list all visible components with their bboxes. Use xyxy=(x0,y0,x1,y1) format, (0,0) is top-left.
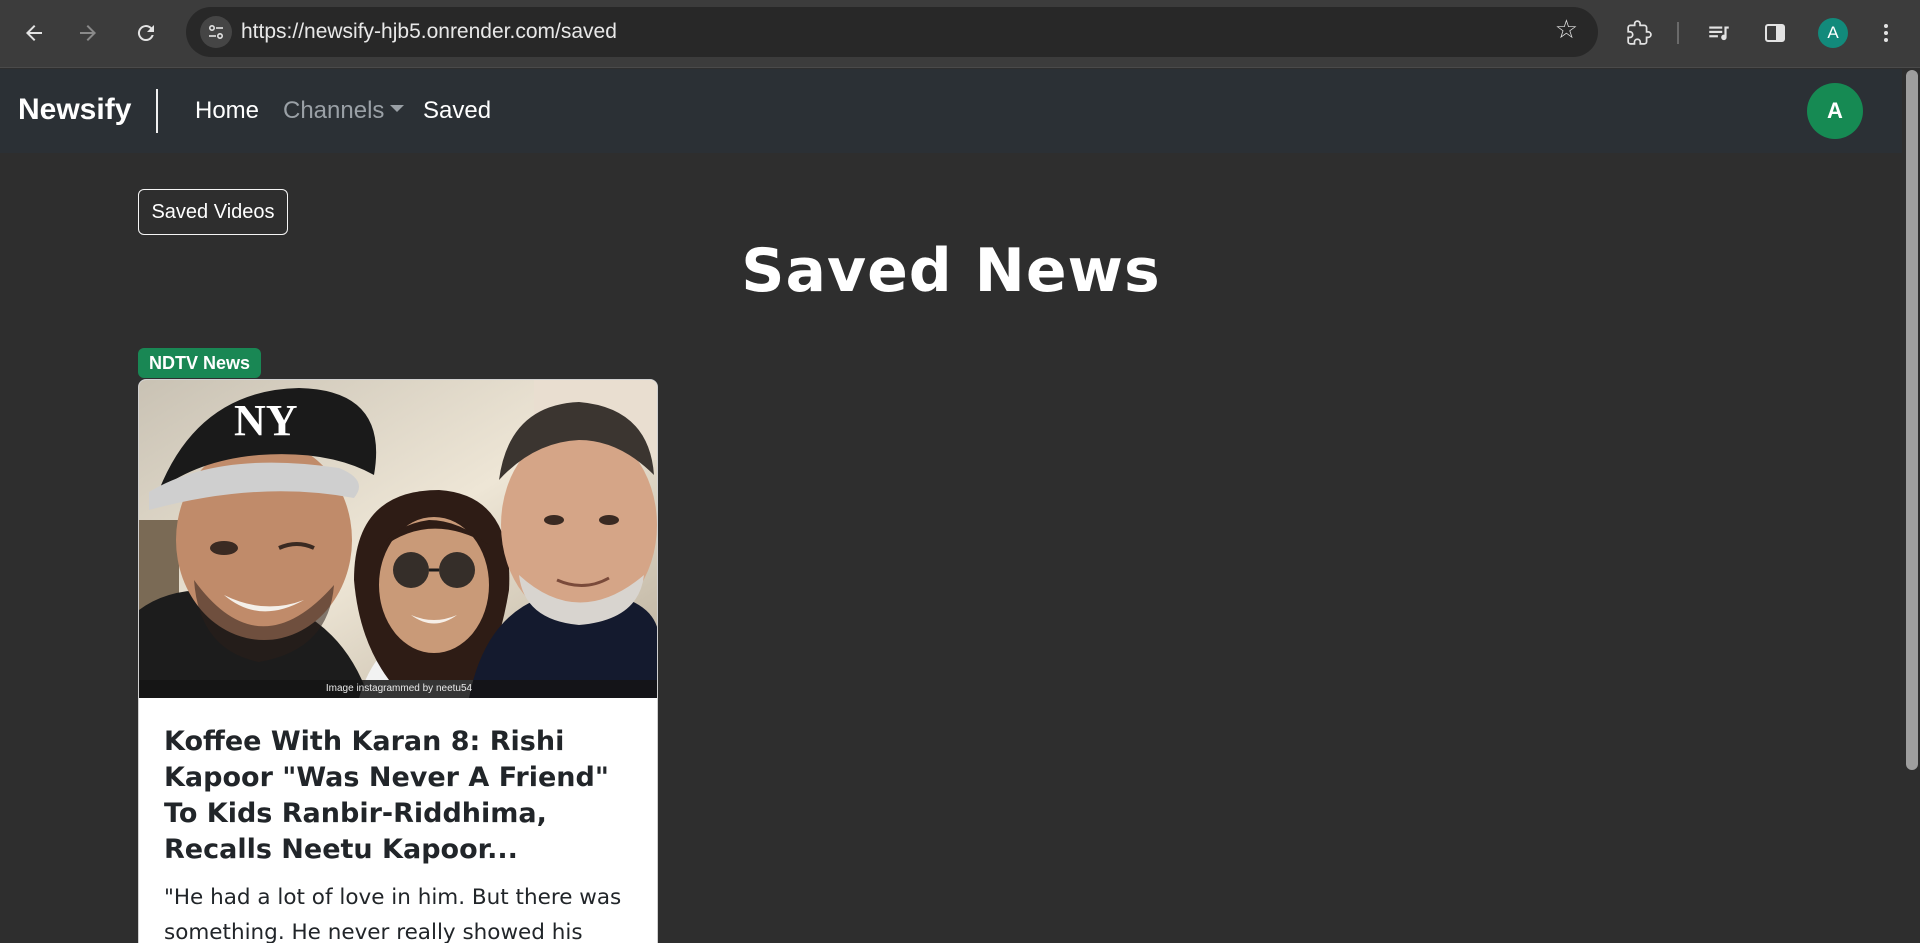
browser-profile-avatar[interactable]: A xyxy=(1818,18,1848,48)
image-caption: Image instagrammed by neetu54 xyxy=(139,680,657,698)
toolbar-divider xyxy=(1677,22,1679,44)
site-info-icon[interactable] xyxy=(200,16,232,48)
arrow-left-icon xyxy=(26,25,42,41)
bookmark-star-icon[interactable]: ☆ xyxy=(1555,17,1578,43)
user-avatar[interactable]: A xyxy=(1807,83,1863,139)
puzzle-icon xyxy=(1627,20,1652,45)
kebab-menu-icon xyxy=(1884,24,1888,42)
media-controls-button[interactable] xyxy=(1697,12,1741,54)
nav-home-link[interactable]: Home xyxy=(195,97,259,125)
nav-saved-link[interactable]: Saved xyxy=(423,97,491,125)
source-badge: NDTV News xyxy=(138,348,262,378)
browser-toolbar: https://newsify-hjb5.onrender.com/saved … xyxy=(0,0,1920,68)
brand-divider xyxy=(156,89,158,133)
arrow-right-icon xyxy=(80,25,96,41)
saved-videos-button[interactable]: Saved Videos xyxy=(138,189,288,235)
reload-button[interactable] xyxy=(124,12,168,54)
svg-text:NY: NY xyxy=(234,396,298,445)
news-card-description: "He had a lot of love in him. But there … xyxy=(164,885,622,943)
news-card[interactable]: NY Image instagrammed by neetu54 Koffee xyxy=(138,379,658,943)
nav-channels-dropdown[interactable]: Channels xyxy=(283,97,405,125)
app-navbar: Newsify Home Channels Saved A xyxy=(0,69,1902,153)
address-bar[interactable]: https://newsify-hjb5.onrender.com/saved … xyxy=(186,7,1598,57)
extensions-button[interactable] xyxy=(1617,12,1661,54)
news-photo: NY xyxy=(139,380,657,698)
page-title: Saved News xyxy=(741,236,1161,306)
scrollbar-thumb[interactable] xyxy=(1906,70,1918,770)
forward-button[interactable] xyxy=(66,12,110,54)
nav-channels-label: Channels xyxy=(283,97,385,124)
reload-icon xyxy=(137,25,154,42)
back-button[interactable] xyxy=(12,12,56,54)
queue-music-icon xyxy=(1709,26,1729,41)
side-panel-icon xyxy=(1765,24,1785,42)
brand-logo[interactable]: Newsify xyxy=(18,93,131,127)
news-card-title[interactable]: Koffee With Karan 8: Rishi Kapoor "Was N… xyxy=(164,724,644,868)
browser-menu-button[interactable] xyxy=(1864,12,1908,54)
page-scrollbar[interactable] xyxy=(1902,69,1920,943)
side-panel-button[interactable] xyxy=(1753,12,1797,54)
news-card-image[interactable]: NY Image instagrammed by neetu54 xyxy=(139,380,657,698)
url-text: https://newsify-hjb5.onrender.com/saved xyxy=(241,20,617,43)
caret-down-icon xyxy=(390,105,405,113)
